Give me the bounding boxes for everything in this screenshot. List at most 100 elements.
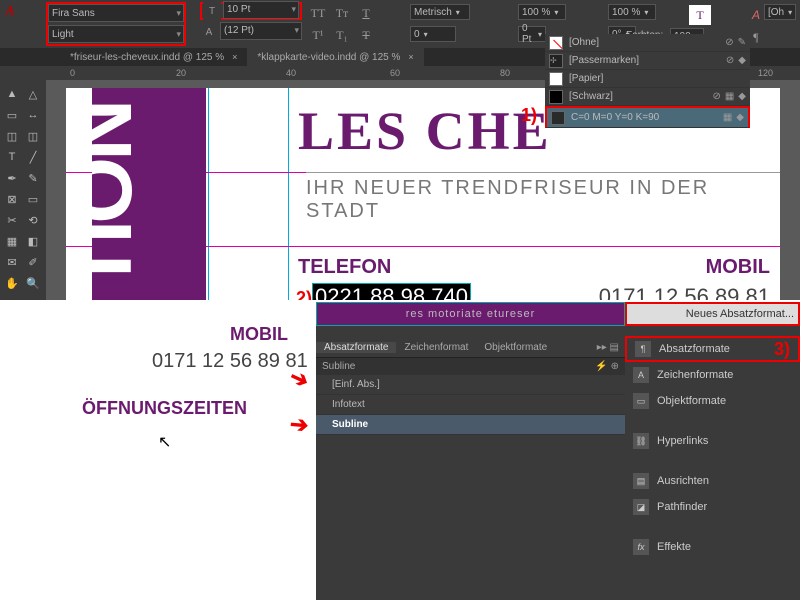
ruler-tick: 40	[286, 68, 296, 78]
content-placer-tool[interactable]: ◫	[23, 126, 43, 146]
content-collector-tool[interactable]: ◫	[2, 126, 22, 146]
panel-tab-objekt[interactable]: Objektformate	[476, 342, 555, 353]
gradient-tool[interactable]: ▦	[2, 231, 22, 251]
mobil-value: 0171 12 56 89 81	[599, 284, 770, 300]
swatch-row[interactable]: [Ohne] ⊘ ✎	[545, 34, 750, 52]
frame-tool[interactable]: ⊠	[2, 189, 22, 209]
char-mode-icon[interactable]: A	[0, 0, 20, 48]
flyout-item-effekte[interactable]: fxEffekte	[625, 534, 800, 560]
canvas-2[interactable]: MOBIL 0171 12 56 89 81 ÖFFNUNGSZEITEN ↖ …	[0, 300, 316, 600]
hscale-combo[interactable]: 100 %	[518, 4, 566, 20]
type-tool[interactable]: T	[2, 147, 22, 167]
panel-header: Subline⚡ ⊕	[316, 358, 625, 375]
style-item[interactable]: [Einf. Abs.]	[316, 375, 625, 395]
align-icon: ▤	[633, 473, 649, 489]
cursor-icon: ↖	[158, 432, 171, 452]
zoom-tool[interactable]: 🔍	[23, 273, 43, 293]
close-icon[interactable]: ×	[232, 52, 237, 62]
ruler-tick: 60	[390, 68, 400, 78]
guide[interactable]	[288, 88, 289, 300]
none-combo[interactable]: [Oh	[764, 4, 796, 20]
mobil-value-2: 0171 12 56 89 81	[152, 350, 308, 373]
tab-doc-1[interactable]: *friseur-les-cheveux.indd @ 125 %×	[60, 48, 247, 66]
font-weight-combo[interactable]: Light	[48, 25, 184, 43]
leading-combo[interactable]: (12 Pt)	[220, 22, 302, 40]
direct-selection-tool[interactable]: △	[23, 84, 43, 104]
pen-tool[interactable]: ✒	[2, 168, 22, 188]
swatch-row[interactable]: [Schwarz]⊘▦◆	[545, 88, 750, 106]
flyout-item-align[interactable]: ▤Ausrichten	[625, 468, 800, 494]
style-item[interactable]: Infotext	[316, 395, 625, 415]
swatch-label: [Passermarken]	[569, 55, 639, 66]
vscale-combo[interactable]: 100 %	[608, 4, 656, 20]
arrow-annotation: ➔	[289, 411, 310, 439]
flyout-new[interactable]: Neues Absatzformat...	[625, 302, 800, 326]
gap-tool[interactable]: ↔	[23, 105, 43, 125]
swatch-label: [Schwarz]	[569, 91, 613, 102]
leading-row: A (12 Pt)	[200, 23, 302, 41]
telefon-value[interactable]: 2)0221 88 98 740	[296, 284, 471, 300]
hand-tool[interactable]: ✋	[2, 273, 22, 293]
scissors-tool[interactable]: ✂	[2, 210, 22, 230]
ruler-tick: 120	[758, 68, 773, 78]
link-icon: ⛓	[633, 433, 649, 449]
rectangle-tool[interactable]: ▭	[23, 189, 43, 209]
swatch-row[interactable]: ✢[Passermarken]⊘◆	[545, 52, 750, 70]
kern-val-combo[interactable]: 0	[410, 26, 456, 42]
fill-t-icon[interactable]: T	[689, 5, 711, 25]
page-tool[interactable]: ▭	[2, 105, 22, 125]
close-icon[interactable]: ×	[408, 52, 413, 62]
selection-tool[interactable]: ▲	[2, 84, 22, 104]
lower-area: MOBIL 0171 12 56 89 81 ÖFFNUNGSZEITEN ↖ …	[0, 300, 800, 600]
transform-tool[interactable]: ⟲	[23, 210, 43, 230]
underline-icon[interactable]: T	[355, 3, 377, 23]
font-group: Fira Sans Light	[46, 2, 186, 46]
pencil-tool[interactable]: ✎	[23, 168, 43, 188]
gradient-feather-tool[interactable]: ◧	[23, 231, 43, 251]
obj-icon: ▭	[633, 393, 649, 409]
style-list: [Einf. Abs.] Infotext Subline	[316, 375, 625, 435]
char-icon: A	[633, 367, 649, 383]
superscript-icon[interactable]: T¹	[307, 25, 329, 45]
flyout-item-objekt[interactable]: ▭Objektformate	[625, 388, 800, 414]
edit-icon: ✎	[738, 37, 746, 48]
flyout-item-zeichen[interactable]: AZeichenformate	[625, 362, 800, 388]
swatch-label: [Ohne]	[569, 37, 599, 48]
toolbox: ▲ △ ▭ ↔ ◫ ◫ T ╱ ✒ ✎ ⊠ ▭ ✂ ⟲ ▦ ◧ ✉ ✐ ✋ 🔍	[0, 80, 46, 300]
annotation-1: 1)	[521, 105, 537, 126]
flyout-item-absatz[interactable]: ¶Absatzformate3)	[625, 336, 800, 362]
ruler-tick: 20	[176, 68, 186, 78]
panel-menu-icon[interactable]: ▸▸ ▤	[597, 342, 625, 353]
strike-icon[interactable]: T	[355, 25, 377, 45]
type-style-icons: TT Tᴛ T¹ T₁ T T	[306, 0, 378, 48]
note-tool[interactable]: ✉	[2, 252, 22, 272]
swatch-row[interactable]: [Papier]	[545, 70, 750, 88]
kern-mode-combo[interactable]: Metrisch	[410, 4, 470, 20]
guide[interactable]	[208, 88, 209, 300]
subscript-icon[interactable]: T₁	[331, 25, 353, 45]
ban-icon: ⊘	[712, 91, 720, 102]
bolt-icon[interactable]: ⚡ ⊕	[595, 361, 619, 372]
panel-tab-absatz[interactable]: Absatzformate	[316, 342, 396, 353]
font-size-combo[interactable]: 10 Pt	[223, 1, 299, 19]
allcaps-icon[interactable]: TT	[307, 3, 329, 23]
selected-text: 0221 88 98 740	[312, 283, 471, 300]
ban-icon: ⊘	[725, 37, 733, 48]
baseline-combo[interactable]: 0 Pt	[518, 26, 546, 42]
style-item-selected[interactable]: Subline	[316, 415, 625, 435]
line-tool[interactable]: ╱	[23, 147, 43, 167]
font-family-combo[interactable]: Fira Sans	[48, 4, 184, 22]
smallcaps-icon[interactable]: Tᴛ	[331, 3, 353, 23]
flyout-item-hyperlinks[interactable]: ⛓Hyperlinks	[625, 428, 800, 454]
swatches-panel: [Ohne] ⊘ ✎ ✢[Passermarken]⊘◆ [Papier] [Sch…	[545, 34, 750, 128]
font-size-row: T 10 Pt	[200, 2, 302, 20]
eyedropper-tool[interactable]: ✐	[23, 252, 43, 272]
swatch-label: C=0 M=0 Y=0 K=90	[571, 112, 659, 123]
panel-tab-zeichen[interactable]: Zeichenformat	[396, 342, 476, 353]
swatch-row-selected[interactable]: C=0 M=0 Y=0 K=90▦◆	[545, 106, 750, 128]
oeffnung-label: ÖFFNUNGSZEITEN	[82, 398, 247, 419]
flyout-item-pathfinder[interactable]: ◪Pathfinder	[625, 494, 800, 520]
tab-doc-2[interactable]: *klappkarte-video.indd @ 125 %×	[247, 48, 423, 66]
panel-tabs: Absatzformate Zeichenformat Objektformat…	[316, 338, 625, 358]
flyout-menu: Neues Absatzformat... ¶Absatzformate3) A…	[625, 302, 800, 600]
